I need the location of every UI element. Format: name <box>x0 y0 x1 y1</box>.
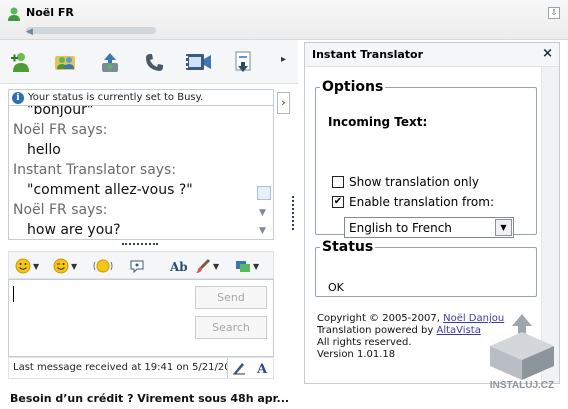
scroll-bottom-icon[interactable]: ▼ <box>259 226 266 236</box>
language-pair-select[interactable]: English to French ▼ <box>344 217 514 238</box>
panel-header: Instant Translator × <box>305 43 559 67</box>
font-button[interactable]: Ab <box>169 256 187 276</box>
contact-name: Noël FR <box>26 6 74 19</box>
enable-translation-option[interactable]: ✔ Enable translation from: <box>332 195 494 209</box>
last-message-bar: Last message received at 19:41 on 5/21/2… <box>8 357 274 379</box>
vertical-splitter[interactable] <box>292 196 294 230</box>
panel-title: Instant Translator <box>312 48 424 61</box>
video-icon <box>186 54 211 70</box>
activities-icon <box>235 51 251 72</box>
svg-text:Ab: Ab <box>169 260 187 274</box>
chat-scrollbar[interactable]: ▼ ▼ <box>257 110 271 236</box>
contact-email-redacted: ◀ <box>26 23 176 47</box>
status-info-bar: i Your status is currently set to Busy. <box>8 89 274 106</box>
language-pair-value: English to French <box>349 221 452 235</box>
advertisement-text[interactable]: Besoin d’un crédit ? Virement sous 48h a… <box>10 392 289 405</box>
scroll-down-icon[interactable]: ▼ <box>259 208 266 218</box>
horizontal-splitter[interactable] <box>122 243 158 245</box>
buddy-status-icon <box>8 7 20 21</box>
status-value: OK <box>328 281 344 294</box>
chat-speaker: Noël FR says: <box>13 202 108 218</box>
nudge-icon <box>93 259 113 273</box>
enable-translation-checkbox[interactable]: ✔ <box>332 196 344 208</box>
call-icon <box>146 54 163 71</box>
conversation-toolbar: ▸ <box>0 40 298 84</box>
enable-translation-label[interactable]: Enable translation from: <box>349 195 494 209</box>
text-caret <box>13 286 14 302</box>
chat-speaker: Noël FR says: <box>13 122 108 138</box>
chat-line: "comment allez-vous ?" <box>27 182 193 198</box>
toolbar-more-chevron[interactable]: ▸ <box>281 54 286 65</box>
handwriting-icon[interactable] <box>232 361 246 375</box>
input-mode-icons: A <box>227 358 273 378</box>
paintbrush-icon <box>196 259 210 273</box>
background-button[interactable]: ▼ <box>195 256 219 276</box>
activities-button[interactable] <box>230 50 258 74</box>
powered-by-text: Translation powered by <box>317 325 434 336</box>
voice-clip-button[interactable] <box>129 256 145 276</box>
send-file-button[interactable] <box>96 50 124 74</box>
add-contact-button[interactable] <box>8 50 36 74</box>
invite-button[interactable] <box>51 50 79 74</box>
copyright-text: Copyright © 2005-2007, <box>317 313 440 324</box>
chat-history[interactable]: "bonjour" Noël FR says: hello Instant Tr… <box>8 106 274 240</box>
window-menu-button[interactable]: ⇩ <box>548 7 560 19</box>
status-legend: Status <box>322 239 374 255</box>
watermark: INSTALUJ.CZ <box>490 314 554 390</box>
version-text: Version 1.01.18 <box>317 349 396 360</box>
incoming-text-label: Incoming Text: <box>328 115 428 129</box>
chat-lines: "bonjour" Noël FR says: hello Instant Tr… <box>13 106 253 239</box>
chat-speaker: Instant Translator says: <box>13 162 177 178</box>
wink-icon <box>53 258 69 274</box>
rights-text: All rights reserved. <box>317 337 412 348</box>
chat-line: hello <box>27 142 61 158</box>
status-group: Status OK <box>315 239 537 297</box>
wink-button[interactable]: ▼ <box>53 256 77 276</box>
send-button[interactable]: Send <box>195 286 267 309</box>
about-info: Copyright © 2005-2007, Noël Danjou Trans… <box>317 313 504 361</box>
show-translation-only-option[interactable]: Show translation only <box>332 175 479 189</box>
chat-line: how are you? <box>27 222 121 238</box>
last-message-text: Last message received at 19:41 on 5/21/2… <box>13 362 231 373</box>
status-text: Your status is currently set to Busy. <box>28 92 204 103</box>
title-bar: Noël FR ◀ ⇩ <box>0 0 568 47</box>
send-file-icon <box>102 53 118 72</box>
nudge-button[interactable] <box>93 256 113 276</box>
font-icon: Ab <box>169 260 187 274</box>
add-contact-icon <box>11 53 29 72</box>
show-translation-only-label[interactable]: Show translation only <box>349 175 479 189</box>
chat-line: "bonjour" <box>27 106 94 118</box>
scrollbar-thumb[interactable] <box>257 186 271 200</box>
text-mode-icon[interactable]: A <box>255 361 269 375</box>
svg-text:A: A <box>256 362 268 375</box>
formatting-toolbar: ▼ ▼ Ab ▼ ▼ <box>8 251 274 279</box>
options-group: Options Incoming Text: Show translation … <box>315 79 537 238</box>
options-legend: Options <box>322 79 384 95</box>
games-button[interactable]: ▼ <box>235 256 259 276</box>
video-button[interactable] <box>184 50 212 74</box>
emoticon-button[interactable]: ▼ <box>15 256 39 276</box>
smiley-icon <box>15 258 31 274</box>
games-icon <box>236 261 250 272</box>
search-button[interactable]: Search <box>195 316 267 339</box>
speech-bubble-icon <box>130 260 144 274</box>
call-button[interactable] <box>141 50 169 74</box>
chevron-down-icon[interactable]: ▼ <box>495 219 512 236</box>
close-icon[interactable]: × <box>542 46 553 61</box>
watermark-text: INSTALUJ.CZ <box>490 380 554 390</box>
message-input[interactable]: Send Search <box>8 279 274 357</box>
show-translation-only-checkbox[interactable] <box>332 176 344 188</box>
info-icon: i <box>12 91 24 104</box>
provider-link[interactable]: AltaVista <box>437 325 481 336</box>
toggle-panel-arrow[interactable]: › <box>277 92 290 114</box>
invite-icon <box>55 56 75 70</box>
